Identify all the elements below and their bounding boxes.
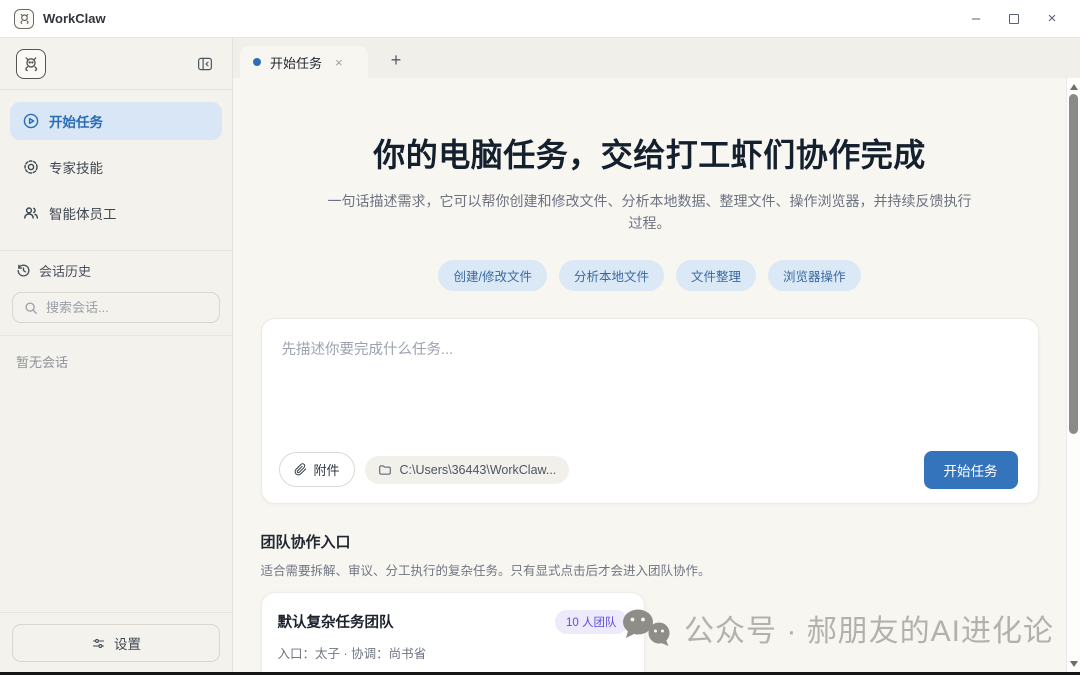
attachment-button[interactable]: 附件 — [279, 452, 355, 487]
working-directory-chip[interactable]: C:\Users\36443\WorkClaw... — [365, 456, 570, 484]
watermark: 公众号 · 郝朋友的AI进化论 — [620, 606, 1054, 650]
paperclip-icon — [294, 463, 307, 476]
search-input[interactable] — [46, 300, 196, 315]
chip-analyze-local-files[interactable]: 分析本地文件 — [559, 260, 664, 291]
sidebar-logo-icon[interactable] — [16, 49, 46, 79]
app-logo-icon — [14, 9, 34, 29]
team-meta: 入口：太子 · 协调：尚书省 — [278, 643, 628, 662]
start-task-button[interactable]: 开始任务 — [924, 451, 1018, 489]
capability-chips: 创建/修改文件 分析本地文件 文件整理 浏览器操作 — [261, 260, 1039, 291]
team-collaboration-section: 团队协作入口 适合需要拆解、审议、分工执行的复杂任务。只有显式点击后才会进入团队… — [261, 531, 1039, 675]
task-composer-card: 附件 C:\Users\36443\WorkClaw... 开始任务 — [261, 318, 1039, 504]
app-window: WorkClaw – × — [0, 0, 1080, 675]
main-area: 开始任务 × + 你的电脑任务，交给打工虾们协作完成 一句话描述需求，它可以帮你… — [233, 38, 1080, 675]
tab-bar: 开始任务 × + — [233, 38, 1080, 78]
play-circle-icon — [23, 113, 39, 129]
app-title: WorkClaw — [43, 11, 106, 26]
search-icon — [24, 301, 38, 315]
collapse-sidebar-button[interactable] — [194, 53, 216, 75]
session-search — [0, 286, 232, 336]
close-button[interactable]: × — [1044, 11, 1060, 27]
watermark-text: 公众号 · 郝朋友的AI进化论 — [684, 606, 1054, 650]
maximize-icon — [1009, 14, 1019, 24]
vertical-scrollbar[interactable] — [1066, 78, 1080, 675]
sidebar-nav: 开始任务 专家技能 智能体员工 — [0, 90, 232, 250]
collapse-panel-icon — [196, 55, 214, 73]
settings-button[interactable]: 设置 — [12, 624, 220, 662]
folder-icon — [378, 463, 392, 477]
team-card: 默认复杂任务团队 10 人团队 入口：太子 · 协调：尚书省 交给团队处理 — [261, 592, 645, 675]
no-sessions-text: 暂无会话 — [0, 336, 232, 612]
scroll-down-icon[interactable] — [1070, 661, 1078, 667]
sidebar-item-label: 专家技能 — [49, 157, 103, 177]
page-subtitle: 一句话描述需求，它可以帮你创建和修改文件、分析本地数据、整理文件、操作浏览器，并… — [326, 190, 974, 235]
chip-create-modify-files[interactable]: 创建/修改文件 — [438, 260, 546, 291]
wechat-icon — [620, 607, 672, 649]
sidebar-footer: 设置 — [0, 612, 232, 675]
settings-label: 设置 — [114, 633, 141, 653]
sidebar-item-agent-staff[interactable]: 智能体员工 — [10, 194, 222, 232]
page-content: 你的电脑任务，交给打工虾们协作完成 一句话描述需求，它可以帮你创建和修改文件、分… — [233, 78, 1066, 675]
sidebar-item-label: 智能体员工 — [49, 203, 117, 223]
maximize-button[interactable] — [1006, 11, 1022, 27]
task-input[interactable] — [262, 319, 1038, 439]
session-history-header: 会话历史 — [0, 250, 232, 286]
team-section-description: 适合需要拆解、审议、分工执行的复杂任务。只有显式点击后才会进入团队协作。 — [261, 560, 1039, 579]
users-icon — [23, 205, 39, 221]
minimize-button[interactable]: – — [968, 11, 984, 27]
sidebar-item-label: 开始任务 — [49, 111, 103, 131]
attachment-label: 附件 — [314, 460, 340, 479]
search-box[interactable] — [12, 292, 220, 323]
sidebar-header — [0, 38, 232, 90]
chip-file-organize[interactable]: 文件整理 — [676, 260, 756, 291]
sidebar-item-expert-skills[interactable]: 专家技能 — [10, 148, 222, 186]
sidebar-item-start-task[interactable]: 开始任务 — [10, 102, 222, 140]
sliders-icon — [91, 636, 106, 651]
working-directory-path: C:\Users\36443\WorkClaw... — [400, 463, 557, 477]
session-history-label: 会话历史 — [39, 261, 91, 280]
workspace: 开始任务 专家技能 智能体员工 — [0, 38, 1080, 675]
page-title: 你的电脑任务，交给打工虾们协作完成 — [261, 130, 1039, 176]
team-section-title: 团队协作入口 — [261, 531, 1039, 552]
history-clock-icon — [16, 263, 31, 278]
tab-label: 开始任务 — [270, 53, 322, 72]
sidebar: 开始任务 专家技能 智能体员工 — [0, 38, 233, 675]
composer-toolbar: 附件 C:\Users\36443\WorkClaw... 开始任务 — [279, 451, 1018, 489]
chip-browser-operation[interactable]: 浏览器操作 — [768, 260, 861, 291]
titlebar: WorkClaw – × — [0, 0, 1080, 38]
tab-start-task[interactable]: 开始任务 × — [240, 46, 368, 78]
window-controls: – × — [968, 11, 1066, 27]
gear-icon — [23, 159, 39, 175]
scrollbar-thumb[interactable] — [1069, 94, 1078, 434]
team-size-badge: 10 人团队 — [555, 610, 628, 634]
tab-active-dot-icon — [253, 58, 261, 66]
tab-close-icon[interactable]: × — [335, 55, 343, 70]
team-name: 默认复杂任务团队 — [278, 611, 394, 632]
new-tab-button[interactable]: + — [384, 48, 408, 72]
scroll-up-icon[interactable] — [1070, 84, 1078, 90]
